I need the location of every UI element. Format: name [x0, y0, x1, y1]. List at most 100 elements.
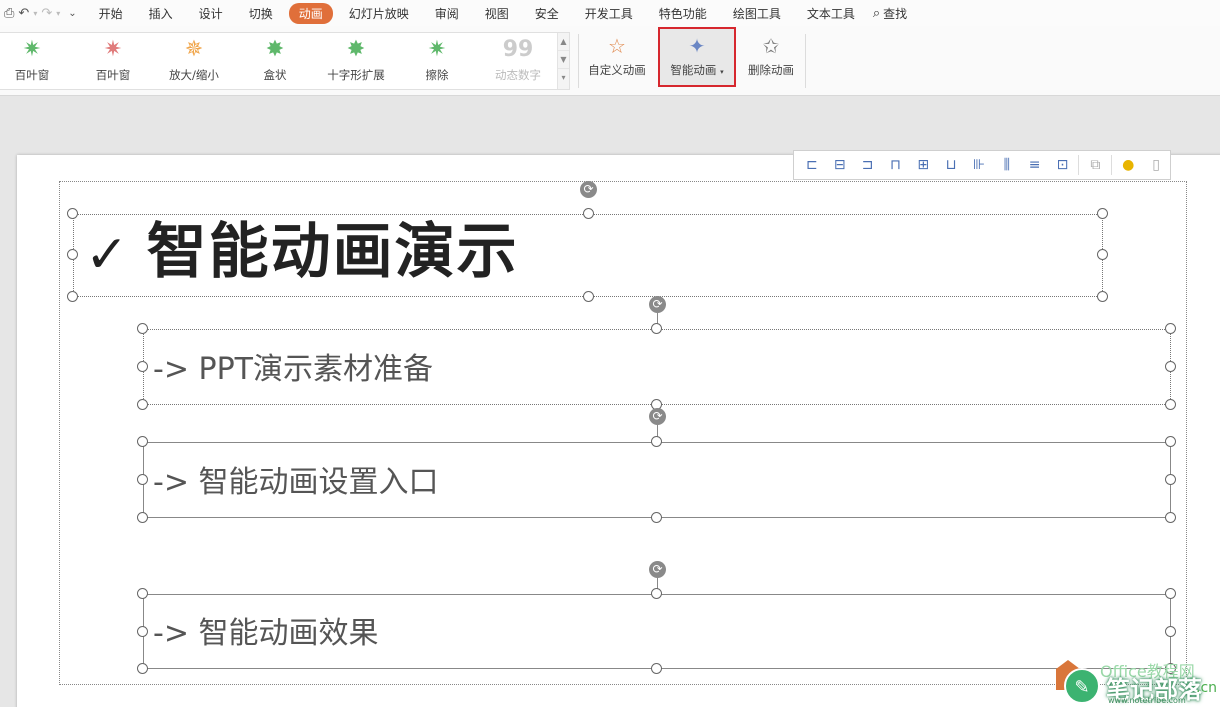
dropdown-arrow-icon[interactable]: ▾	[33, 9, 37, 18]
tab-animation[interactable]: 动画	[288, 2, 333, 24]
resize-handle[interactable]	[1165, 512, 1176, 523]
resize-handle[interactable]	[67, 291, 78, 302]
scroll-up-icon[interactable]: ▲	[558, 33, 569, 51]
checkmark-icon: ✓	[85, 225, 131, 285]
expand-icon[interactable]: ▾	[558, 69, 569, 87]
resize-handle[interactable]	[651, 588, 662, 599]
tab-security[interactable]: 安全	[525, 3, 569, 24]
tab-start[interactable]: 开始	[89, 3, 133, 24]
smart-animation-icon: ✦	[688, 34, 706, 58]
tab-design[interactable]: 设计	[189, 3, 233, 24]
tab-special-features[interactable]: 特色功能	[649, 3, 717, 24]
group-icon[interactable]: ⧉	[1081, 152, 1109, 178]
resize-handle[interactable]	[1165, 399, 1176, 410]
undo-icon[interactable]: ↶	[18, 6, 29, 21]
tab-view[interactable]: 视图	[475, 3, 519, 24]
resize-handle[interactable]	[1165, 588, 1176, 599]
align-bottom-icon[interactable]: ⊔	[937, 152, 965, 178]
watermark: Office教程网 ✎ 笔记部落 www.notetribe.com .cn	[1056, 660, 1220, 707]
redo-icon[interactable]: ↷	[41, 6, 52, 21]
tab-slideshow[interactable]: 幻灯片放映	[339, 3, 419, 24]
resize-handle[interactable]	[137, 474, 148, 485]
resize-handle[interactable]	[1165, 474, 1176, 485]
print-preview-icon[interactable]: ⎙	[4, 6, 14, 21]
resize-handle[interactable]	[137, 588, 148, 599]
resize-handle[interactable]	[67, 208, 78, 219]
tab-developer[interactable]: 开发工具	[575, 3, 643, 24]
gallery-item-zoom[interactable]: ✵ 放大/缩小	[154, 35, 234, 87]
gallery-item-label: 擦除	[425, 68, 449, 82]
rotate-handle-icon[interactable]: ⟳	[580, 181, 597, 198]
distribute-spacing-icon[interactable]: ≡	[1021, 152, 1049, 178]
align-to-slide-icon[interactable]: ⊡	[1049, 152, 1077, 178]
gallery-item-cross-expand[interactable]: ✸ 十字形扩展	[316, 35, 396, 87]
resize-handle[interactable]	[1165, 626, 1176, 637]
resize-handle[interactable]	[583, 208, 594, 219]
gallery-item-box[interactable]: ✸ 盒状	[235, 35, 315, 87]
star-effect-icon: ✸	[265, 37, 285, 62]
content-item-1[interactable]: -> PPT演示素材准备	[153, 350, 433, 390]
dropdown-arrow-icon[interactable]: ▾	[56, 9, 60, 18]
resize-handle[interactable]	[137, 663, 148, 674]
chevron-down-icon: ▾	[720, 68, 724, 76]
lightbulb-icon[interactable]: ●	[1114, 152, 1142, 178]
tab-insert[interactable]: 插入	[139, 3, 183, 24]
resize-handle[interactable]	[651, 436, 662, 447]
resize-handle[interactable]	[1097, 249, 1108, 260]
custom-animation-button[interactable]: ☆ 自定义动画	[585, 32, 649, 88]
resize-handle[interactable]	[137, 436, 148, 447]
gallery-item-label: 十字形扩展	[327, 68, 385, 82]
align-middle-icon[interactable]: ⊞	[909, 152, 937, 178]
resize-handle[interactable]	[67, 249, 78, 260]
scroll-down-icon[interactable]: ▼	[558, 51, 569, 69]
star-effect-icon: ✵	[184, 37, 204, 62]
resize-handle[interactable]	[1097, 208, 1108, 219]
gallery-scrollbar[interactable]: ▲ ▼ ▾	[557, 33, 569, 89]
rotate-handle-icon[interactable]: ⟳	[649, 408, 666, 425]
resize-handle[interactable]	[1097, 291, 1108, 302]
ribbon-separator	[578, 34, 579, 88]
content-item-2[interactable]: -> 智能动画设置入口	[153, 463, 439, 503]
align-left-icon[interactable]: ⊏	[798, 152, 826, 178]
resize-handle[interactable]	[651, 323, 662, 334]
align-center-icon[interactable]: ⊟	[826, 152, 854, 178]
resize-handle[interactable]	[137, 361, 148, 372]
customize-icon[interactable]: ⌄	[68, 8, 76, 19]
resize-handle[interactable]	[137, 323, 148, 334]
resize-handle[interactable]	[137, 512, 148, 523]
gallery-item-blinds-1[interactable]: ✷ 百叶窗	[0, 35, 72, 87]
more-options-icon[interactable]: ▯	[1142, 152, 1170, 178]
tab-drawing-tools[interactable]: 绘图工具	[723, 3, 791, 24]
tab-text-tools[interactable]: 文本工具	[797, 3, 865, 24]
resize-handle[interactable]	[1165, 436, 1176, 447]
delete-animation-button[interactable]: ✩ 删除动画	[742, 32, 800, 88]
distribute-vertical-icon[interactable]: ⫼	[993, 152, 1021, 178]
gallery-item-dynamic-number[interactable]: 99 动态数字	[478, 35, 558, 87]
resize-handle[interactable]	[651, 663, 662, 674]
smart-animation-label-wrap: 智能动画 ▾	[660, 62, 734, 78]
resize-handle[interactable]	[651, 512, 662, 523]
resize-handle[interactable]	[1165, 361, 1176, 372]
custom-animation-icon: ☆	[608, 34, 626, 58]
resize-handle[interactable]	[137, 626, 148, 637]
search-label: 查找	[883, 6, 908, 21]
tab-transition[interactable]: 切换	[239, 3, 283, 24]
toolbar-separator	[1111, 155, 1113, 175]
distribute-horizontal-icon[interactable]: ⊪	[965, 152, 993, 178]
search-button[interactable]: ⌕ 查找	[873, 5, 907, 22]
resize-handle[interactable]	[137, 399, 148, 410]
tab-review[interactable]: 审阅	[425, 3, 469, 24]
slide-title[interactable]: ✓ 智能动画演示	[85, 210, 519, 297]
smart-animation-button[interactable]: ✦ 智能动画 ▾	[658, 27, 736, 87]
gallery-item-blinds-2[interactable]: ✷ 百叶窗	[73, 35, 153, 87]
resize-handle[interactable]	[583, 291, 594, 302]
align-top-icon[interactable]: ⊓	[882, 152, 910, 178]
rotate-handle-icon[interactable]: ⟳	[649, 561, 666, 578]
animation-gallery: ✷ 百叶窗 ✷ 百叶窗 ✵ 放大/缩小 ✸ 盒状 ✸ 十字形扩展 ✷ 擦除 99…	[0, 32, 570, 90]
align-right-icon[interactable]: ⊐	[854, 152, 882, 178]
pencil-icon: ✎	[1064, 668, 1100, 704]
gallery-item-wipe[interactable]: ✷ 擦除	[397, 35, 477, 87]
content-item-3[interactable]: -> 智能动画效果	[153, 614, 379, 654]
resize-handle[interactable]	[1165, 323, 1176, 334]
rotate-handle-icon[interactable]: ⟳	[649, 296, 666, 313]
